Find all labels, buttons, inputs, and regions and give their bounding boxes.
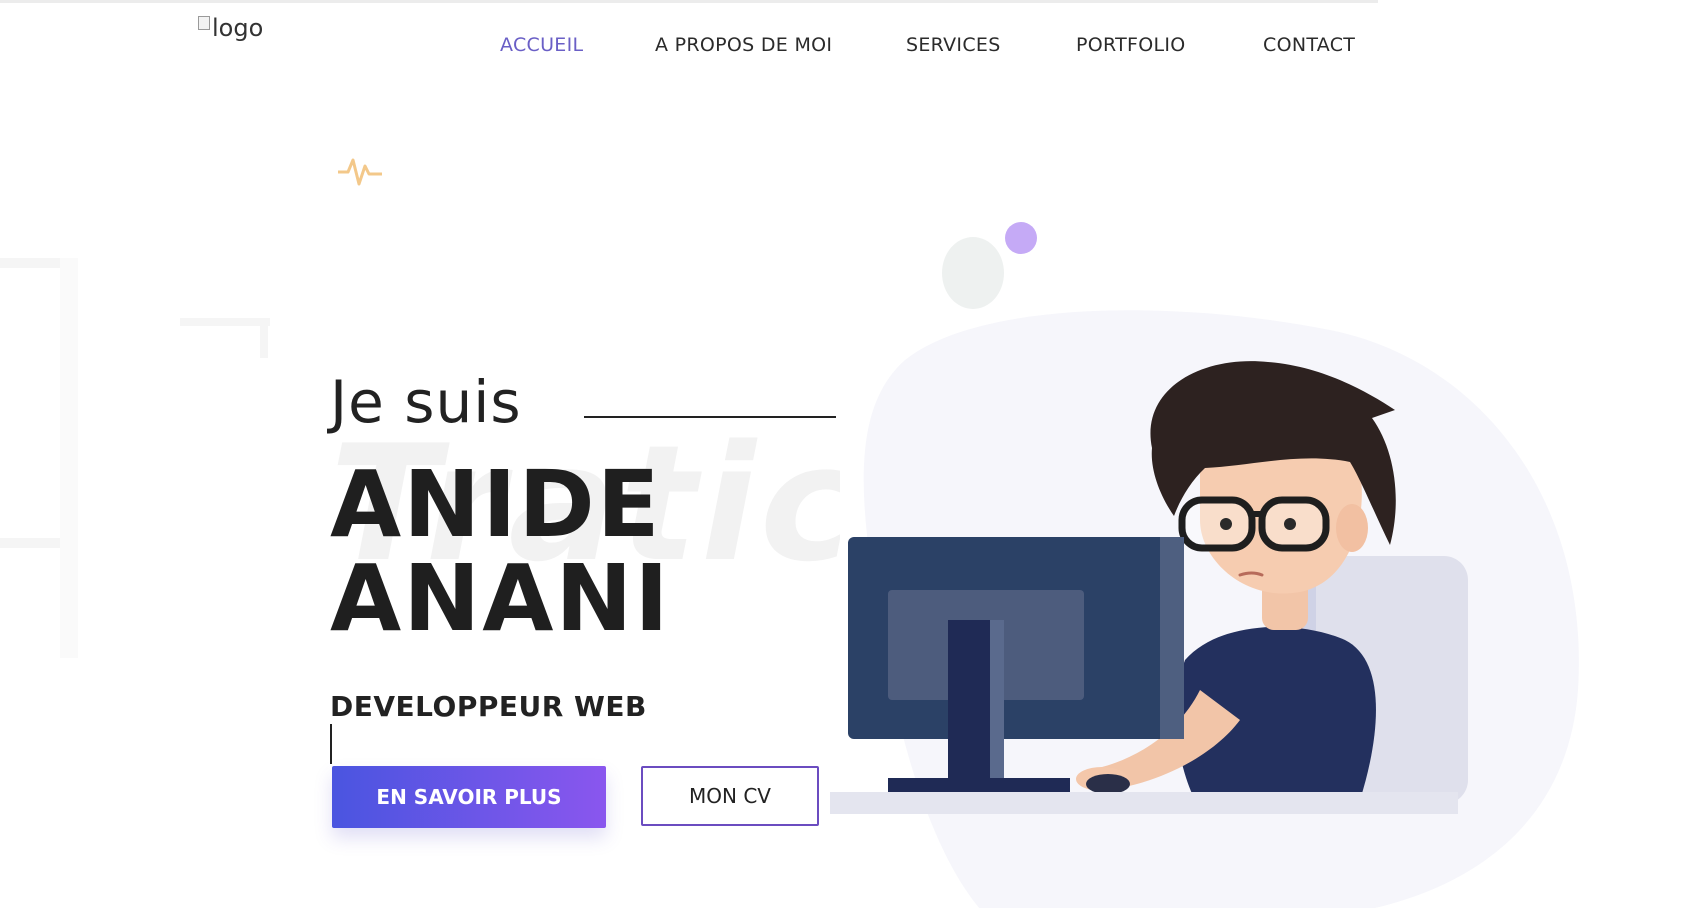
monitor-shade [1160, 537, 1184, 739]
purple-dot [1005, 222, 1037, 254]
typing-caret [330, 724, 332, 764]
hero-name: ANIDE ANANI [330, 458, 671, 646]
mouse [1086, 774, 1130, 794]
learn-more-button[interactable]: EN SAVOIR PLUS [332, 766, 606, 828]
ear [1336, 504, 1368, 552]
grey-bubble [942, 237, 1004, 309]
hero-role: DEVELOPPEUR WEB [330, 690, 647, 723]
monitor-stand-shade [990, 620, 1004, 780]
desk [830, 792, 1458, 814]
page: logo ACCUEIL A PROPOS DE MOI SERVICES PO… [0, 0, 1704, 908]
hero-name-first: ANIDE [330, 451, 662, 558]
hero-name-last: ANANI [330, 545, 671, 652]
eye-right [1284, 518, 1296, 530]
monitor-base [888, 778, 1070, 794]
cv-button[interactable]: MON CV [641, 766, 819, 826]
intro-underline [584, 416, 836, 418]
eye-left [1220, 518, 1232, 530]
developer-illustration [830, 222, 1579, 908]
glasses-left [1178, 496, 1256, 552]
hero-intro: Je suis [330, 368, 522, 436]
monitor-stand [948, 620, 992, 780]
